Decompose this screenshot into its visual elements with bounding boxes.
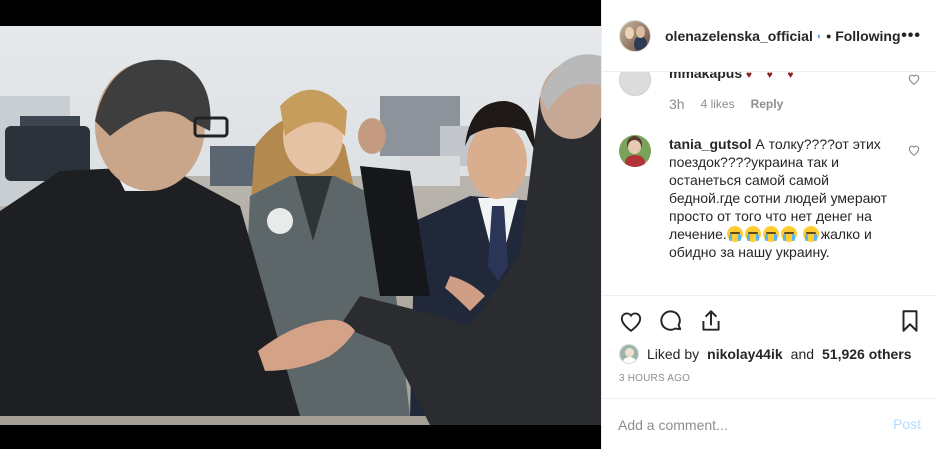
comment-likes[interactable]: 4 likes (701, 95, 735, 113)
comment-username[interactable]: mmakapus (669, 72, 742, 81)
more-options-icon[interactable]: ••• (901, 27, 921, 45)
liker-avatar[interactable] (619, 344, 639, 364)
likes-prefix: Liked by (647, 346, 700, 362)
comment-time[interactable]: 3h (669, 95, 685, 113)
likes-count[interactable]: 51,926 others (822, 346, 912, 362)
post-timestamp[interactable]: 3 HOURS AGO (619, 373, 690, 384)
comment-like-heart-icon[interactable] (907, 72, 921, 86)
author-username[interactable]: olenazelenska_official (665, 28, 813, 44)
likes-conj: and (790, 346, 815, 362)
crying-emoji-icon (744, 226, 761, 242)
post-comment-button[interactable]: Post (893, 416, 921, 432)
header-separator: • (826, 27, 832, 44)
add-comment-form: Post (602, 398, 936, 449)
letterbox-bottom (0, 425, 601, 449)
author-avatar[interactable] (619, 19, 651, 52)
post-side-panel: olenazelenska_official ◖ • Following ••• mm… (601, 0, 936, 449)
likes-summary: Liked by nikolay44ik and 51,926 others (619, 343, 912, 365)
share-icon[interactable] (698, 308, 724, 334)
comment-meta: 3h 4 likes Reply (669, 95, 901, 113)
commenter-avatar[interactable] (619, 135, 651, 167)
commenter-avatar[interactable] (619, 72, 651, 96)
crying-emoji-icon (802, 226, 819, 242)
comment-body: mmakapus ♥ ♥ ♥ 3h 4 likes Reply (669, 72, 901, 113)
like-heart-icon[interactable] (618, 308, 644, 334)
bookmark-icon[interactable] (897, 308, 923, 334)
verified-badge-icon: ◖ (815, 30, 822, 41)
comment-username[interactable]: tania_gutsol (669, 136, 751, 152)
comment-text: ♥ ♥ ♥ (746, 72, 800, 81)
post-photo[interactable] (0, 26, 601, 425)
reply-button[interactable]: Reply (751, 95, 784, 113)
comment-like-heart-icon[interactable] (907, 143, 921, 157)
following-button[interactable]: Following (835, 28, 900, 44)
letterbox-top (0, 0, 601, 26)
author-line: olenazelenska_official ◖ • Following (665, 28, 901, 44)
crying-emoji-icon (726, 226, 743, 242)
comment-body: tania_gutsol А толку????от этих поездок?… (669, 135, 901, 261)
comment-input[interactable] (618, 414, 868, 436)
post-photo-pane[interactable] (0, 0, 601, 449)
crying-emoji-icon (762, 226, 779, 242)
post-header: olenazelenska_official ◖ • Following ••• (602, 0, 936, 72)
comment-bubble-icon[interactable] (658, 308, 684, 334)
post-actions (602, 296, 936, 346)
liker-username[interactable]: nikolay44ik (707, 346, 783, 362)
comments-list[interactable]: mmakapus ♥ ♥ ♥ 3h 4 likes Reply tania_gu… (602, 72, 936, 296)
crying-emoji-icon (780, 226, 797, 242)
